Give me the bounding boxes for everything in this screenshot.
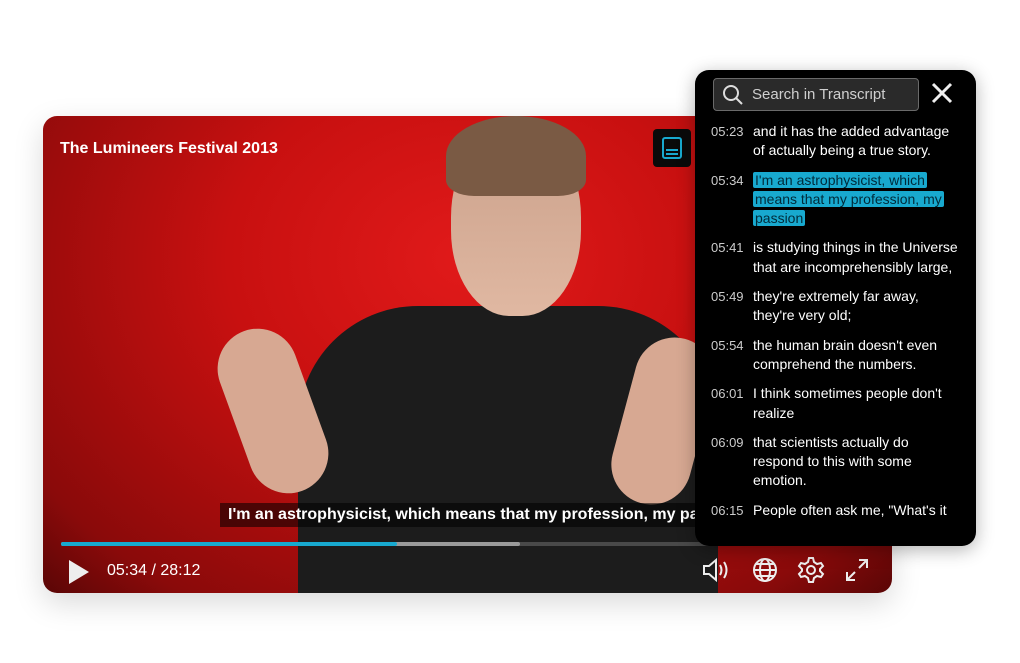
entry-text-span: the human brain doesn't even comprehend … xyxy=(753,336,938,372)
entry-text-span: People often ask me, "What's it xyxy=(753,501,947,518)
transcript-search-input[interactable]: Search in Transcript xyxy=(713,78,919,111)
language-globe-icon[interactable] xyxy=(751,556,779,584)
transcript-entry[interactable]: 05:34 I'm an astrophysicist, which means … xyxy=(695,171,976,229)
entry-text: People often ask me, "What's it xyxy=(753,501,963,520)
search-placeholder: Search in Transcript xyxy=(752,86,886,103)
entry-text: that scientists actually do respond to t… xyxy=(753,433,963,491)
entry-timestamp: 05:41 xyxy=(711,240,744,256)
search-icon xyxy=(723,84,743,105)
entry-timestamp: 06:15 xyxy=(711,502,744,518)
entry-timestamp: 05:49 xyxy=(711,289,744,305)
entry-timestamp: 06:01 xyxy=(711,386,744,402)
entry-text-span: I think sometimes people don't realize xyxy=(753,385,942,421)
entry-text-span: is studying things in the Universe that … xyxy=(753,239,958,275)
transcript-entry[interactable]: 05:49 they're extremely far away, they're… xyxy=(695,287,976,326)
entry-text-span: that scientists actually do respond to t… xyxy=(753,433,912,489)
played-bar xyxy=(61,542,398,546)
fullscreen-icon[interactable] xyxy=(843,556,871,584)
transcript-icon xyxy=(662,137,682,159)
subtitle-caption: I'm an astrophysicist, which means that … xyxy=(220,503,749,527)
transcript-entry[interactable]: 05:23 and it has the added advantage of a… xyxy=(695,122,976,161)
entry-timestamp: 05:34 xyxy=(711,172,744,188)
transcript-panel: Search in Transcript 05:23 and it has the… xyxy=(695,70,976,546)
volume-icon[interactable] xyxy=(701,556,733,584)
transcript-entry[interactable]: 06:01 I think sometimes people don't real… xyxy=(695,384,976,423)
video-title: The Lumineers Festival 2013 xyxy=(60,140,278,157)
entry-timestamp: 05:54 xyxy=(711,337,744,353)
entry-text: and it has the added advantage of actual… xyxy=(753,122,963,161)
entry-timestamp: 06:09 xyxy=(711,434,744,450)
entry-text: is studying things in the Universe that … xyxy=(753,238,963,277)
transcript-entry[interactable]: 06:15 People often ask me, "What's it xyxy=(695,501,976,520)
transcript-toggle-button[interactable] xyxy=(653,129,691,167)
entry-text: I think sometimes people don't realize xyxy=(753,384,963,423)
entry-text: they're extremely far away, they're very… xyxy=(753,287,963,326)
video-frame-hair xyxy=(446,116,586,196)
transcript-entry[interactable]: 06:09 that scientists actually do respond… xyxy=(695,433,976,491)
transcript-list[interactable]: 05:23 and it has the added advantage of a… xyxy=(695,122,976,536)
entry-text-span: they're extremely far away, they're very… xyxy=(753,288,919,324)
transcript-entry[interactable]: 05:41 is studying things in the Universe … xyxy=(695,238,976,277)
entry-text-span: and it has the added advantage of actual… xyxy=(753,123,950,159)
entry-text: I'm an astrophysicist, which means that … xyxy=(753,171,963,229)
settings-gear-icon[interactable] xyxy=(797,556,825,584)
close-icon[interactable] xyxy=(931,82,953,104)
entry-text-span: I'm an astrophysicist, which means that … xyxy=(753,171,944,227)
transcript-entry[interactable]: 05:54 the human brain doesn't even compre… xyxy=(695,336,976,375)
entry-timestamp: 05:23 xyxy=(711,124,744,139)
entry-text: the human brain doesn't even comprehend … xyxy=(753,336,963,375)
play-icon[interactable] xyxy=(67,558,91,586)
time-display: 05:34 / 28:12 xyxy=(107,562,201,579)
